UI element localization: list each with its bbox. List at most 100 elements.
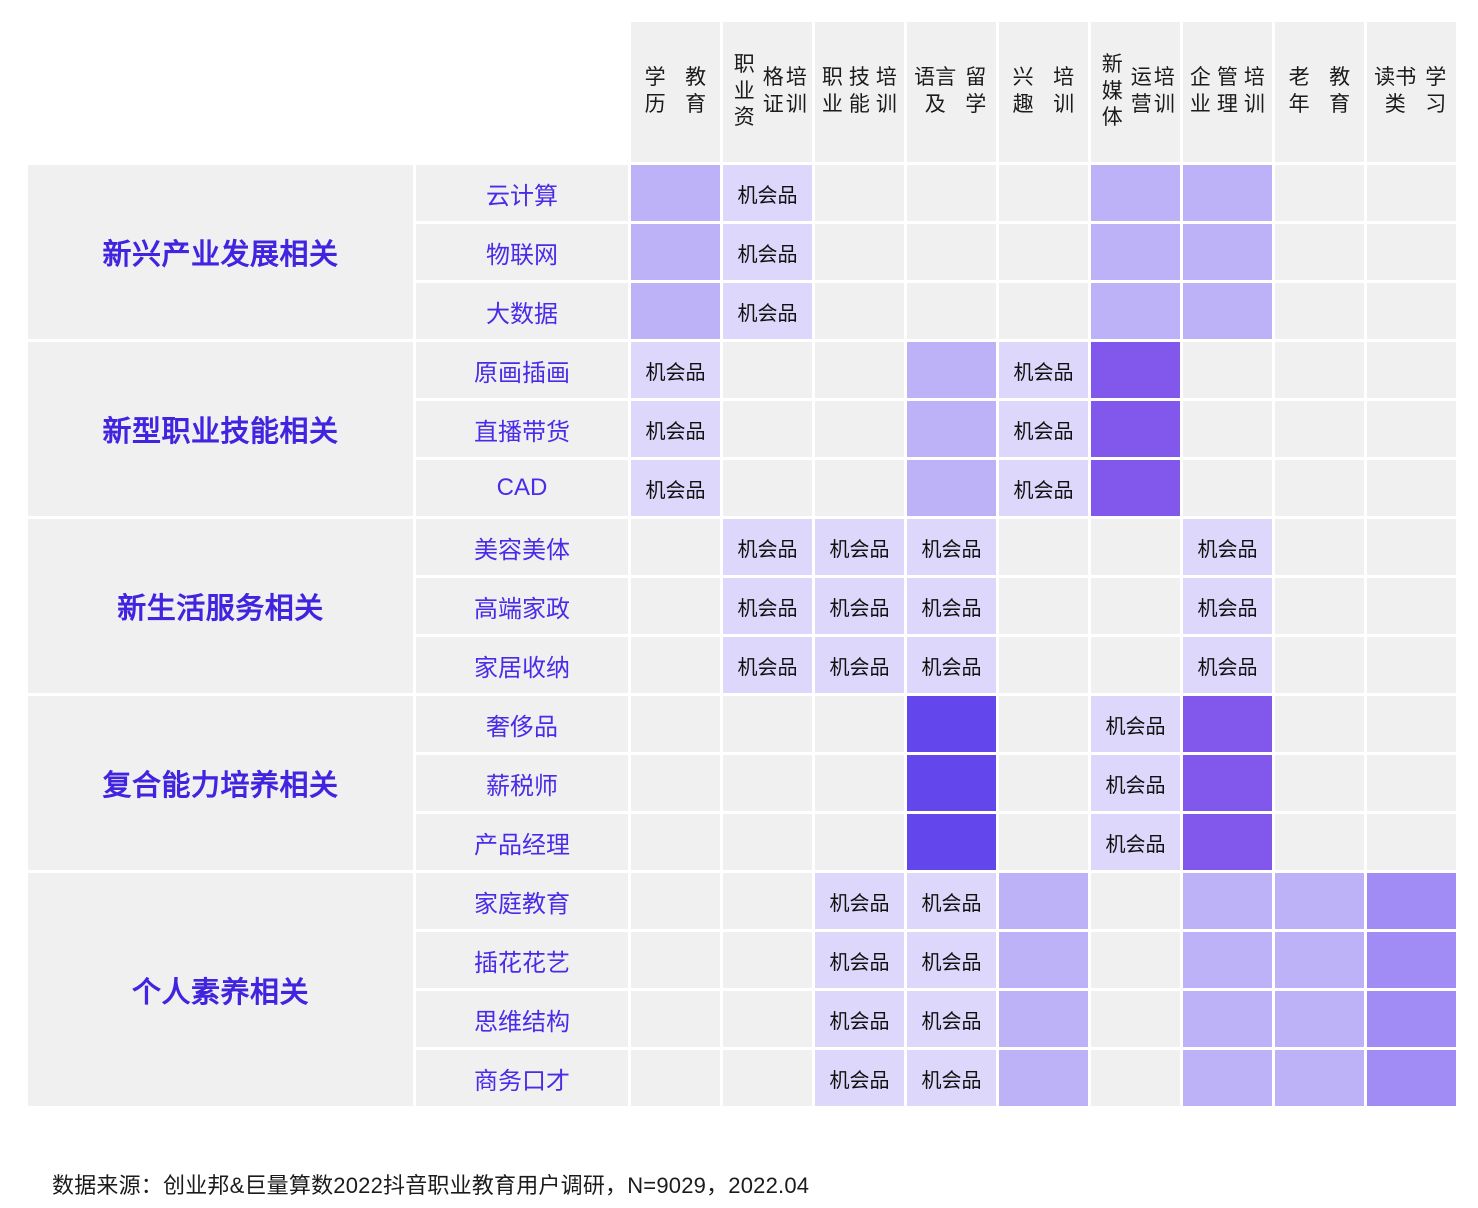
matrix-cell[interactable] xyxy=(1275,755,1364,811)
matrix-cell[interactable] xyxy=(907,283,996,339)
matrix-cell[interactable]: 机会品 xyxy=(999,460,1088,516)
matrix-cell[interactable] xyxy=(1091,932,1180,988)
matrix-cell[interactable] xyxy=(1091,283,1180,339)
matrix-cell[interactable] xyxy=(1275,932,1364,988)
matrix-cell[interactable] xyxy=(1367,401,1456,457)
matrix-cell[interactable] xyxy=(1275,460,1364,516)
matrix-cell[interactable] xyxy=(907,165,996,221)
matrix-cell[interactable] xyxy=(1091,224,1180,280)
matrix-cell[interactable] xyxy=(1367,460,1456,516)
matrix-cell[interactable] xyxy=(723,873,812,929)
matrix-cell[interactable] xyxy=(631,1050,720,1106)
matrix-cell[interactable] xyxy=(1275,696,1364,752)
matrix-cell[interactable]: 机会品 xyxy=(723,637,812,693)
matrix-cell[interactable] xyxy=(999,755,1088,811)
column-header-col-zhiye-jineng[interactable]: 职业 技能 培训 xyxy=(815,22,904,162)
matrix-cell[interactable] xyxy=(1367,991,1456,1047)
column-header-col-zhiye-zigezheng[interactable]: 职业资 格证 培训 xyxy=(723,22,812,162)
matrix-cell[interactable] xyxy=(1367,637,1456,693)
column-header-col-xingqu-peixun[interactable]: 兴趣 培训 xyxy=(999,22,1088,162)
matrix-cell[interactable] xyxy=(1275,165,1364,221)
matrix-cell[interactable] xyxy=(907,696,996,752)
matrix-cell[interactable] xyxy=(1091,401,1180,457)
matrix-cell[interactable]: 机会品 xyxy=(1183,637,1272,693)
matrix-cell[interactable]: 机会品 xyxy=(815,932,904,988)
matrix-cell[interactable]: 机会品 xyxy=(723,165,812,221)
matrix-cell[interactable] xyxy=(999,696,1088,752)
matrix-cell[interactable]: 机会品 xyxy=(1091,696,1180,752)
matrix-cell[interactable] xyxy=(1183,932,1272,988)
matrix-cell[interactable] xyxy=(631,696,720,752)
matrix-cell[interactable] xyxy=(1275,224,1364,280)
matrix-cell[interactable]: 机会品 xyxy=(1091,814,1180,870)
row-label-row-zhibo-daihuo[interactable]: 直播带货 xyxy=(416,401,628,457)
matrix-cell[interactable]: 机会品 xyxy=(815,873,904,929)
matrix-cell[interactable] xyxy=(1091,342,1180,398)
matrix-cell[interactable] xyxy=(1275,401,1364,457)
matrix-cell[interactable] xyxy=(999,224,1088,280)
matrix-cell[interactable] xyxy=(723,755,812,811)
matrix-cell[interactable]: 机会品 xyxy=(907,519,996,575)
row-label-row-chahua-huayi[interactable]: 插花花艺 xyxy=(416,932,628,988)
column-header-col-qiye-guanli[interactable]: 企业 管理 培训 xyxy=(1183,22,1272,162)
matrix-cell[interactable] xyxy=(815,460,904,516)
matrix-cell[interactable] xyxy=(1183,401,1272,457)
matrix-cell[interactable] xyxy=(723,696,812,752)
matrix-cell[interactable] xyxy=(999,873,1088,929)
matrix-cell[interactable] xyxy=(999,578,1088,634)
matrix-cell[interactable] xyxy=(723,342,812,398)
matrix-cell[interactable] xyxy=(1091,637,1180,693)
matrix-cell[interactable]: 机会品 xyxy=(631,460,720,516)
matrix-cell[interactable] xyxy=(631,932,720,988)
matrix-cell[interactable] xyxy=(815,165,904,221)
matrix-cell[interactable] xyxy=(1183,755,1272,811)
matrix-cell[interactable] xyxy=(631,637,720,693)
matrix-cell[interactable]: 机会品 xyxy=(907,578,996,634)
matrix-cell[interactable] xyxy=(999,283,1088,339)
matrix-cell[interactable] xyxy=(907,401,996,457)
matrix-cell[interactable] xyxy=(1183,696,1272,752)
row-label-row-dashuju[interactable]: 大数据 xyxy=(416,283,628,339)
matrix-cell[interactable]: 机会品 xyxy=(631,342,720,398)
matrix-cell[interactable]: 机会品 xyxy=(723,519,812,575)
matrix-cell[interactable] xyxy=(815,342,904,398)
row-label-row-gaoduan-jiazheng[interactable]: 高端家政 xyxy=(416,578,628,634)
matrix-cell[interactable] xyxy=(1275,814,1364,870)
row-label-row-xinshuishi[interactable]: 薪税师 xyxy=(416,755,628,811)
matrix-cell[interactable]: 机会品 xyxy=(999,342,1088,398)
matrix-cell[interactable]: 机会品 xyxy=(999,401,1088,457)
category-label-group-xinxing-zhiye-jineng[interactable]: 新型职业技能相关 xyxy=(28,342,413,516)
matrix-cell[interactable]: 机会品 xyxy=(815,1050,904,1106)
matrix-cell[interactable] xyxy=(907,342,996,398)
matrix-cell[interactable] xyxy=(1275,991,1364,1047)
category-label-group-xin-shenghuo-fuwu[interactable]: 新生活服务相关 xyxy=(28,519,413,693)
column-header-col-xueli-jiaoyu[interactable]: 学历 教育 xyxy=(631,22,720,162)
matrix-cell[interactable]: 机会品 xyxy=(815,637,904,693)
matrix-cell[interactable] xyxy=(1091,519,1180,575)
matrix-cell[interactable] xyxy=(1367,814,1456,870)
row-label-row-yunjisuan[interactable]: 云计算 xyxy=(416,165,628,221)
matrix-cell[interactable] xyxy=(999,991,1088,1047)
matrix-cell[interactable] xyxy=(999,1050,1088,1106)
matrix-cell[interactable] xyxy=(907,755,996,811)
matrix-cell[interactable]: 机会品 xyxy=(723,283,812,339)
matrix-cell[interactable] xyxy=(1183,165,1272,221)
matrix-cell[interactable] xyxy=(1367,224,1456,280)
matrix-cell[interactable] xyxy=(999,519,1088,575)
matrix-cell[interactable] xyxy=(631,578,720,634)
row-label-row-cad[interactable]: CAD xyxy=(416,460,628,516)
matrix-cell[interactable]: 机会品 xyxy=(907,991,996,1047)
matrix-cell[interactable] xyxy=(907,814,996,870)
matrix-cell[interactable]: 机会品 xyxy=(907,873,996,929)
matrix-cell[interactable] xyxy=(999,637,1088,693)
row-label-row-shechipin[interactable]: 奢侈品 xyxy=(416,696,628,752)
matrix-cell[interactable] xyxy=(1367,873,1456,929)
matrix-cell[interactable]: 机会品 xyxy=(815,991,904,1047)
matrix-cell[interactable] xyxy=(1367,519,1456,575)
matrix-cell[interactable] xyxy=(907,224,996,280)
matrix-cell[interactable] xyxy=(815,224,904,280)
matrix-cell[interactable] xyxy=(631,519,720,575)
matrix-cell[interactable] xyxy=(1183,283,1272,339)
matrix-cell[interactable] xyxy=(1275,519,1364,575)
matrix-cell[interactable] xyxy=(631,755,720,811)
